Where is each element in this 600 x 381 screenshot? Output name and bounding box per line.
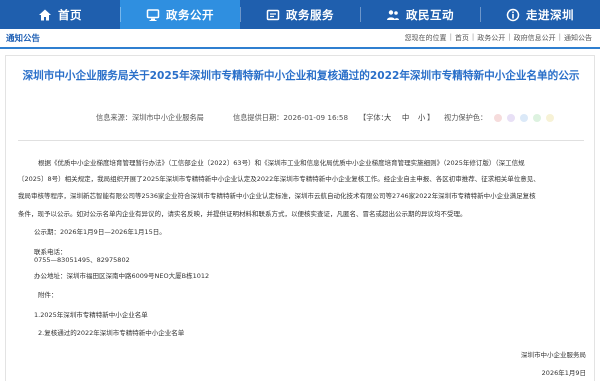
body-paragraph: 条件，现予以公示。如对公示名单内企业有异议的，请实名反映，并提供证明材料和联系方… (18, 210, 467, 218)
body-paragraph: 〔2025〕8号）相关规定，我局组织开展了2025年深圳市专精特新中小企业认定及… (18, 175, 540, 183)
body-paragraph: 根据《优质中小企业梯度培育管理暂行办法》（工信部企业〔2022〕63号）和《深圳… (38, 159, 525, 167)
nav-item-label: 首页 (58, 7, 82, 22)
breadcrumb-bar: 通知公告 您现在的位置 | 首页 | 政务公开 | 政府信息公开 | 通知公告 (0, 29, 600, 49)
breadcrumb: 您现在的位置 | 首页 | 政务公开 | 政府信息公开 | 通知公告 (405, 33, 592, 43)
office-address-value: 深圳市福田区深南中路6009号NEO大厦B栋1012 (66, 272, 210, 280)
breadcrumb-separator: | (471, 33, 475, 41)
office-address-label: 办公地址： (34, 272, 67, 280)
home-icon (38, 8, 52, 22)
article-card: 深圳市中小企业服务局关于2025年深圳市专精特新中小企业和复核通过的2022年深… (5, 55, 595, 381)
attachments-label: 附件： (38, 291, 58, 299)
signature-org: 深圳市中小企业服务局 (521, 351, 586, 359)
publicity-period: 公示期：2026年1月9日—2026年1月15日。 (34, 226, 166, 236)
office-address: 办公地址：深圳市福田区深南中路6009号NEO大厦B栋1012 (34, 270, 209, 280)
monitor-icon (146, 8, 160, 22)
breadcrumb-item[interactable]: 政务公开 (477, 33, 505, 43)
nav-item-gov-service[interactable]: 政务服务 (240, 0, 360, 29)
nav-item-label: 走进深圳 (526, 7, 574, 22)
publicity-period-label: 公示期： (34, 228, 60, 236)
nav-item-label: 政务服务 (286, 7, 334, 22)
nav-item-home[interactable]: 首页 (0, 0, 120, 29)
publicity-period-value: 2026年1月9日—2026年1月15日。 (60, 228, 166, 236)
top-nav: 首页 政务公开 政务服务 政民互动 走进深圳 (0, 0, 600, 29)
attachment-link[interactable]: 2.复核通过的2022年深圳市专精特新中小企业名单 (38, 327, 184, 337)
service-icon (266, 8, 280, 22)
nav-item-label: 政务公开 (166, 7, 214, 22)
breadcrumb-item[interactable]: 政府信息公开 (514, 33, 556, 43)
breadcrumb-separator: | (508, 33, 511, 41)
nav-item-label: 政民互动 (406, 7, 454, 22)
nav-item-about[interactable]: 走进深圳 (480, 0, 600, 29)
contact-phone-row: 0755—83051495、82975802 (34, 254, 130, 264)
nav-item-interaction[interactable]: 政民互动 (360, 0, 480, 29)
breadcrumb-separator: | (558, 33, 561, 41)
attachment-link[interactable]: 1.2025年深圳市专精特新中小企业名单 (34, 309, 148, 319)
body-paragraph: 我局审核等程序，深圳新芯智能有限公司等2536家企业符合深圳市专精特新中小企业认… (18, 192, 536, 200)
nav-item-gov-open[interactable]: 政务公开 (120, 0, 240, 29)
contact-phone-value: 0755—83051495、82975802 (34, 256, 130, 264)
people-icon (386, 8, 400, 22)
info-icon (506, 8, 520, 22)
breadcrumb-prefix: 您现在的位置 (404, 34, 447, 42)
breadcrumb-item[interactable]: 首页 (455, 33, 469, 43)
signature-date: 2026年1月9日 (541, 369, 586, 377)
breadcrumb-item[interactable]: 通知公告 (564, 33, 592, 43)
article-body: 根据《优质中小企业梯度培育管理暂行办法》（工信部企业〔2022〕63号）和《深圳… (6, 56, 596, 381)
section-tab[interactable]: 通知公告 (6, 32, 40, 44)
breadcrumb-separator: | (449, 33, 452, 41)
